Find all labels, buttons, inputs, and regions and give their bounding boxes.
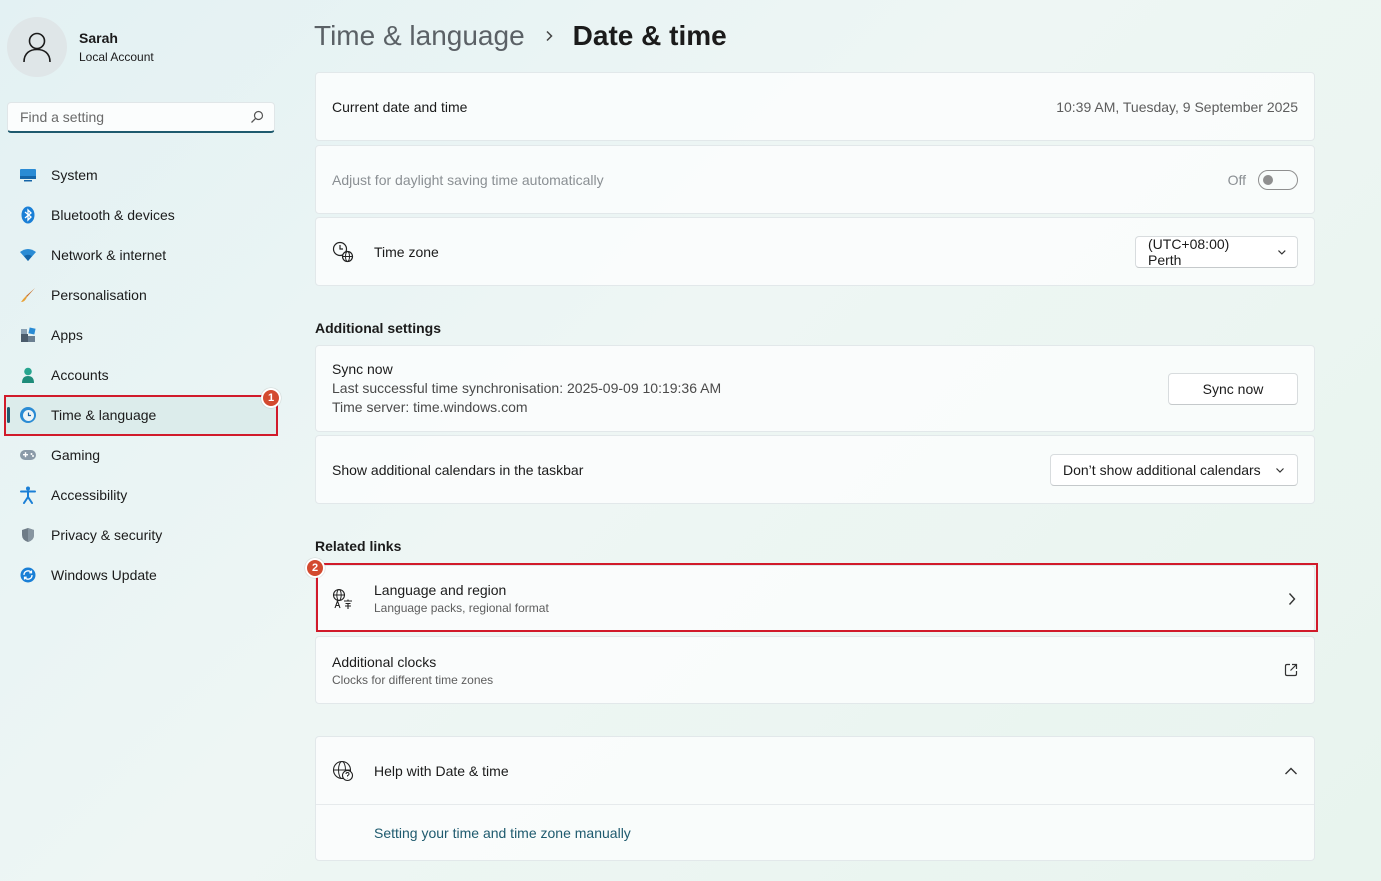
sidebar-item-label: Accessibility (51, 487, 128, 503)
additional-settings-heading: Additional settings (315, 320, 441, 336)
help-globe-icon (332, 760, 354, 781)
time-language-icon (19, 406, 37, 424)
brush-icon (19, 286, 37, 304)
clock-globe-icon (332, 241, 354, 262)
help-card: Help with Date & time Setting your time … (315, 736, 1315, 861)
time-zone-value: (UTC+08:00) Perth (1148, 235, 1230, 268)
sidebar-item-time-language[interactable]: Time & language (5, 395, 277, 435)
shield-icon (19, 526, 37, 544)
language-icon (332, 588, 352, 609)
sidebar-item-bluetooth-devices[interactable]: Bluetooth & devices (5, 195, 277, 235)
time-zone-card: Time zone (UTC+08:00) Perth (315, 217, 1315, 286)
current-date-label: Current date and time (332, 98, 468, 115)
sidebar-item-accounts[interactable]: Accounts (5, 355, 277, 395)
current-date-value: 10:39 AM, Tuesday, 9 September 2025 (1056, 98, 1298, 115)
help-link-time-zone[interactable]: Setting your time and time zone manually (374, 825, 631, 841)
additional-clocks-title: Additional clocks (332, 653, 437, 670)
time-zone-dropdown[interactable]: (UTC+08:00) Perth (1135, 235, 1298, 268)
sidebar-item-label: Windows Update (51, 567, 157, 583)
step-badge-2: 2 (305, 558, 325, 578)
sidebar-item-label: Apps (51, 327, 83, 343)
account-type: Local Account (79, 50, 154, 64)
help-title: Help with Date & time (374, 762, 509, 779)
daylight-saving-state: Off (1227, 171, 1246, 188)
sidebar-item-personalisation[interactable]: Personalisation (5, 275, 277, 315)
accessibility-icon (19, 486, 37, 504)
sidebar-item-label: Accounts (51, 367, 109, 383)
daylight-saving-card: Adjust for daylight saving time automati… (315, 145, 1315, 214)
sidebar-item-label: Privacy & security (51, 527, 163, 543)
bluetooth-icon (19, 206, 37, 224)
sidebar-item-network-internet[interactable]: Network & internet (5, 235, 277, 275)
avatar (7, 17, 67, 77)
time-server-text: Time server: time.windows.com (332, 399, 528, 415)
system-icon (19, 166, 37, 184)
additional-clocks-subtitle: Clocks for different time zones (332, 672, 494, 687)
sidebar-item-label: Bluetooth & devices (51, 207, 175, 223)
related-links-heading: Related links (315, 538, 402, 554)
sidebar-item-label: Network & internet (51, 247, 167, 263)
daylight-saving-label: Adjust for daylight saving time automati… (332, 171, 604, 188)
step-badge-1: 1 (261, 388, 281, 408)
search-box[interactable] (7, 102, 275, 133)
sidebar-item-label: Time & language (51, 407, 157, 423)
search-icon[interactable] (250, 110, 264, 124)
sidebar-item-privacy-security[interactable]: Privacy & security (5, 515, 277, 555)
chevron-right-icon (1288, 592, 1296, 605)
additional-calendars-dropdown[interactable]: Don’t show additional calendars (1050, 453, 1298, 486)
sync-title: Sync now (332, 361, 393, 377)
sidebar-item-system[interactable]: System (5, 155, 277, 195)
chevron-right-icon (546, 30, 553, 42)
update-icon (19, 566, 37, 584)
daylight-saving-toggle[interactable] (1258, 169, 1298, 190)
help-header[interactable]: Help with Date & time (316, 737, 1314, 804)
user-profile[interactable]: Sarah Local Account (7, 17, 154, 77)
chevron-down-icon (1278, 249, 1286, 255)
last-sync-text: Last successful time synchronisation: 20… (332, 380, 722, 396)
user-icon (23, 32, 51, 63)
search-input[interactable] (18, 108, 250, 126)
sync-card: Sync now Last successful time synchronis… (315, 345, 1315, 432)
additional-calendars-value: Don’t show additional calendars (1063, 461, 1261, 478)
sidebar-item-label: Gaming (51, 447, 101, 463)
breadcrumb-parent[interactable]: Time & language (314, 20, 525, 52)
chevron-up-icon[interactable] (1284, 766, 1298, 776)
sidebar-item-gaming[interactable]: Gaming (5, 435, 277, 475)
current-date-time-card: Current date and time 10:39 AM, Tuesday,… (315, 72, 1315, 141)
language-region-link[interactable]: Language and region Language packs, regi… (315, 565, 1315, 632)
sidebar-item-apps[interactable]: Apps (5, 315, 277, 355)
language-region-subtitle: Language packs, regional format (374, 601, 549, 615)
additional-clocks-link[interactable]: Additional clocks Clocks for different t… (315, 636, 1315, 704)
sidebar-item-windows-update[interactable]: Windows Update (5, 555, 277, 595)
sync-now-button[interactable]: Sync now (1168, 372, 1298, 405)
additional-calendars-label: Show additional calendars in the taskbar (332, 461, 584, 478)
time-zone-label: Time zone (374, 243, 439, 260)
sidebar-item-label: System (51, 167, 98, 183)
page-title: Date & time (572, 20, 727, 51)
network-icon (19, 246, 37, 264)
sidebar-nav: System Bluetooth & devices Network & int… (5, 155, 277, 595)
sidebar: Sarah Local Account System Bluetooth & d… (0, 0, 290, 881)
language-region-title: Language and region (374, 582, 507, 598)
sidebar-item-label: Personalisation (51, 287, 147, 303)
chevron-down-icon (1275, 467, 1284, 473)
accounts-icon (19, 366, 37, 384)
external-link-icon (1284, 663, 1298, 677)
sidebar-item-accessibility[interactable]: Accessibility (5, 475, 277, 515)
breadcrumb: Time & language Date & time (314, 16, 727, 56)
user-name: Sarah (79, 30, 118, 46)
additional-calendars-card: Show additional calendars in the taskbar… (315, 435, 1315, 504)
apps-icon (19, 326, 37, 344)
gaming-icon (19, 446, 37, 464)
